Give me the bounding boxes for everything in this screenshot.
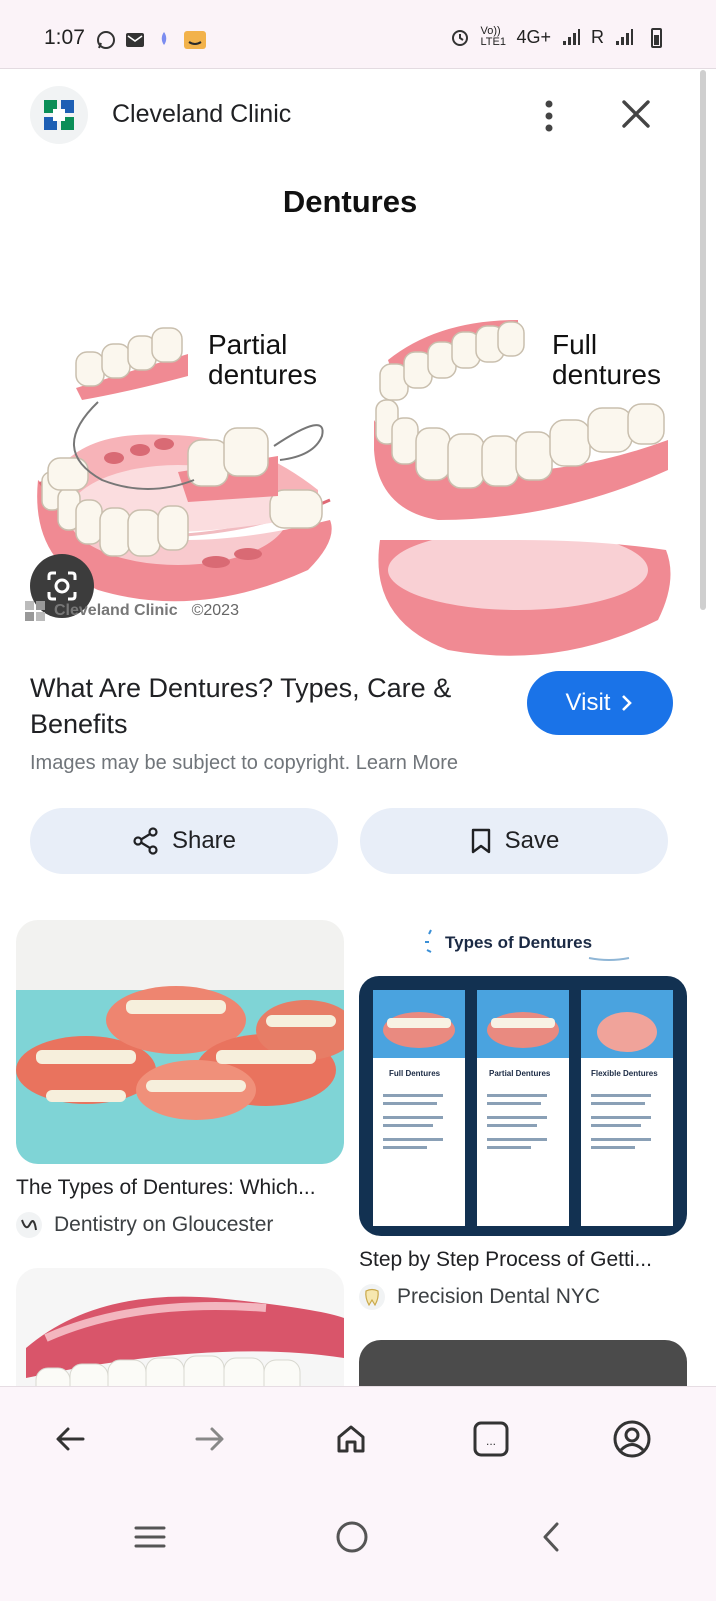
- forward-button[interactable]: [188, 1417, 232, 1461]
- share-icon: [133, 827, 158, 855]
- tabs-button[interactable]: ...: [469, 1417, 513, 1461]
- status-time: 1:07: [44, 26, 85, 49]
- related-image-2[interactable]: Types of Dentures Full Dentures Partial …: [359, 920, 687, 1236]
- browser-nav-row: ...: [0, 1405, 716, 1475]
- network-type: 4G+: [516, 26, 551, 47]
- visit-label: Visit: [565, 689, 611, 716]
- account-icon: [613, 1420, 651, 1458]
- menu-lines-icon: [134, 1526, 166, 1548]
- cleveland-clinic-logo-icon: [44, 100, 74, 130]
- recent-apps-button[interactable]: [128, 1515, 172, 1559]
- related-card-1[interactable]: The Types of Dentures: Which... Dentistr…: [16, 920, 346, 1238]
- battery-icon: [651, 28, 662, 48]
- types-of-dentures-infographic: Types of Dentures Full Dentures Partial …: [359, 920, 687, 1236]
- save-label: Save: [504, 827, 560, 854]
- image-viewer-sheet: Cleveland Clinic Dentures Partial dentur…: [0, 70, 700, 1410]
- credit-year: ©2023: [191, 602, 239, 619]
- alarm-icon: [452, 30, 469, 46]
- share-button[interactable]: Share: [30, 808, 338, 874]
- tabs-icon: ...: [473, 1421, 509, 1457]
- rocket-icon: [161, 32, 167, 45]
- source-name-2: Precision Dental NYC: [397, 1285, 601, 1308]
- chevron-right-icon: [622, 695, 633, 711]
- arrow-forward-icon: [195, 1427, 224, 1451]
- tooth-logo-icon: [359, 1284, 385, 1310]
- save-button[interactable]: Save: [360, 808, 668, 874]
- related-source-2[interactable]: Precision Dental NYC: [359, 1284, 689, 1310]
- system-nav-row: [0, 1507, 716, 1567]
- result-title[interactable]: What Are Dentures? Types, Care & Benefit…: [30, 670, 510, 742]
- signal-icon: [563, 29, 580, 45]
- signal-icon-2: [616, 29, 633, 45]
- home-icon: [337, 1425, 365, 1453]
- label-full-line2: dentures: [552, 359, 661, 390]
- account-button[interactable]: [610, 1417, 654, 1461]
- svg-text:Partial Dentures: Partial Dentures: [489, 1069, 551, 1078]
- cleveland-clinic-small-logo-icon: [25, 601, 45, 621]
- home-button[interactable]: [329, 1417, 373, 1461]
- arrow-back-icon: [56, 1427, 85, 1451]
- bookmark-icon: [471, 828, 490, 854]
- copyright-notice[interactable]: Images may be subject to copyright. Lear…: [30, 752, 458, 775]
- site-logo[interactable]: [30, 86, 88, 144]
- notification-icons: [96, 28, 207, 52]
- status-right: Vo)) LTE1 4G+ R: [450, 26, 660, 48]
- label-partial-line2: dentures: [208, 359, 317, 390]
- related-source-1[interactable]: Dentistry on Gloucester: [16, 1212, 346, 1238]
- circle-home-icon: [336, 1521, 368, 1553]
- related-image-1[interactable]: [16, 920, 344, 1164]
- credit-brand: Cleveland Clinic: [54, 602, 178, 619]
- svg-text:Full Dentures: Full Dentures: [389, 1069, 441, 1078]
- volte-label: Vo)) LTE1: [480, 25, 506, 48]
- amazon-icon: [184, 31, 206, 49]
- visit-button[interactable]: Visit: [527, 671, 673, 735]
- status-bar: 1:07 Vo)) LTE1 4G+ R: [0, 0, 716, 69]
- related-card-2[interactable]: Types of Dentures Full Dentures Partial …: [359, 920, 689, 1310]
- chevron-left-icon: [543, 1522, 559, 1552]
- related-title-2[interactable]: Step by Step Process of Getti...: [359, 1248, 689, 1272]
- lens-icon: [47, 571, 77, 601]
- dentures-pile-image: [16, 920, 344, 1164]
- image-credit: Cleveland Clinic ©2023: [24, 600, 239, 622]
- viewer-header: Cleveland Clinic: [0, 70, 700, 160]
- close-icon[interactable]: [616, 94, 656, 134]
- tabs-label: ...: [486, 1434, 496, 1448]
- more-vert-icon[interactable]: [532, 96, 566, 136]
- label-full-line1: Full: [552, 329, 597, 360]
- system-back-button[interactable]: [530, 1515, 574, 1559]
- source-logo-icon: [16, 1212, 42, 1238]
- infographic-heading: Types of Dentures: [445, 933, 592, 952]
- gmail-icon: [126, 33, 144, 47]
- source-name-1: Dentistry on Gloucester: [54, 1213, 274, 1236]
- system-home-button[interactable]: [330, 1515, 374, 1559]
- svg-text:Flexible Dentures: Flexible Dentures: [591, 1069, 658, 1078]
- browser-bottom-bar: ...: [0, 1386, 716, 1601]
- whatsapp-icon: [97, 31, 115, 49]
- back-button[interactable]: [48, 1417, 92, 1461]
- roaming-label: R: [591, 26, 604, 47]
- share-label: Share: [171, 827, 237, 854]
- related-title-1[interactable]: The Types of Dentures: Which...: [16, 1176, 346, 1200]
- scrollbar[interactable]: [700, 70, 706, 610]
- image-title: Dentures: [282, 184, 418, 219]
- label-partial-line1: Partial: [208, 329, 287, 360]
- site-name[interactable]: Cleveland Clinic: [112, 100, 291, 129]
